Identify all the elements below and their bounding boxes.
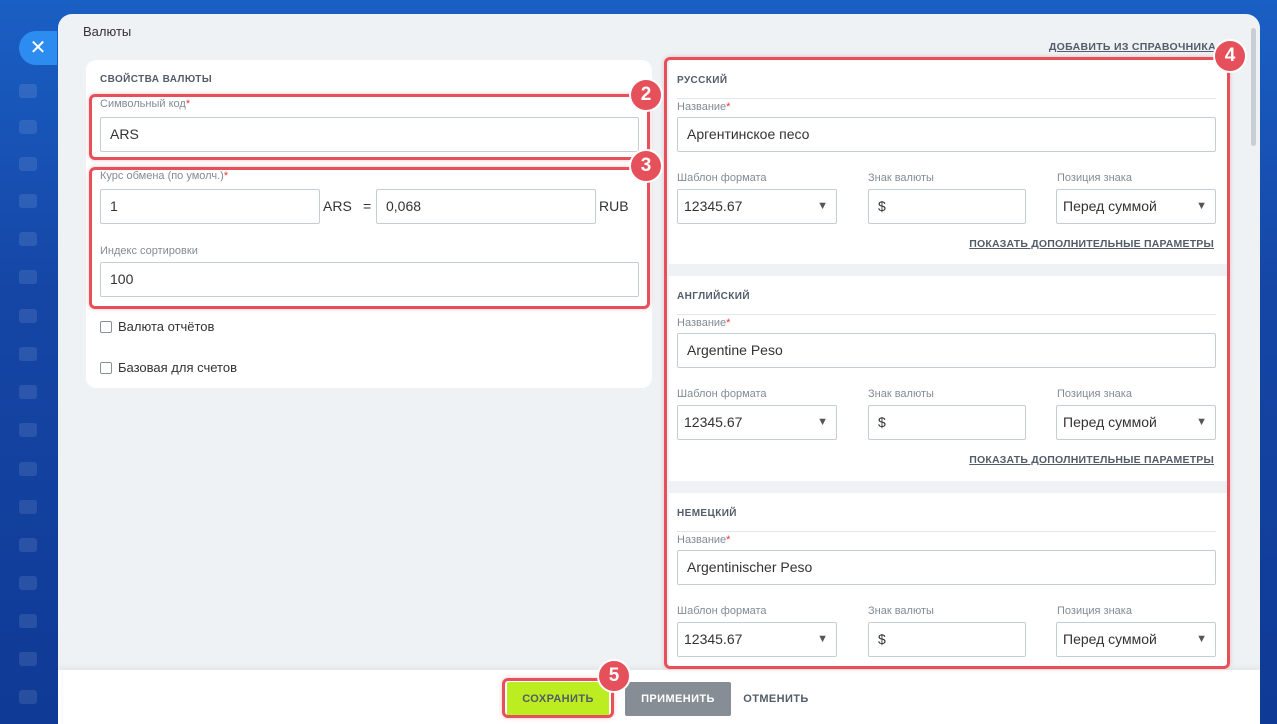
rail-icon[interactable] xyxy=(19,462,37,476)
cancel-button[interactable]: ОТМЕНИТЬ xyxy=(741,682,811,716)
rail-icon[interactable] xyxy=(19,157,37,171)
rail-icon[interactable] xyxy=(19,385,37,399)
rail-icon[interactable] xyxy=(19,309,37,323)
rail-icon[interactable] xyxy=(19,576,37,590)
rail-icon[interactable] xyxy=(19,652,37,666)
footer-bar: СОХРАНИТЬ ПРИМЕНИТЬ ОТМЕНИТЬ xyxy=(58,670,1260,724)
rail-icon[interactable] xyxy=(19,500,37,514)
page-title: Валюты xyxy=(83,24,132,39)
apply-button[interactable]: ПРИМЕНИТЬ xyxy=(625,682,731,716)
base-for-invoices-label[interactable]: Базовая для счетов xyxy=(118,360,237,375)
highlight-exchange-rate xyxy=(89,167,650,309)
rail-icon[interactable] xyxy=(19,690,37,704)
step-badge: 2 xyxy=(629,78,663,112)
section-title: СВОЙСТВА ВАЛЮТЫ xyxy=(100,74,213,85)
rail-icon[interactable] xyxy=(19,232,37,246)
rail-icon[interactable] xyxy=(19,270,37,284)
rail-icon[interactable] xyxy=(19,120,37,134)
rail-icon[interactable] xyxy=(19,538,37,552)
rail-icon[interactable] xyxy=(19,84,37,98)
rail-icon[interactable] xyxy=(19,347,37,361)
left-rail: ✕ xyxy=(0,0,58,724)
step-badge: 5 xyxy=(597,659,631,693)
close-icon[interactable]: ✕ xyxy=(19,31,57,65)
report-currency-checkbox[interactable] xyxy=(100,321,112,333)
step-badge: 4 xyxy=(1213,39,1247,73)
highlight-symbol-code xyxy=(89,94,650,160)
rail-icon[interactable] xyxy=(19,194,37,208)
highlight-save xyxy=(502,678,614,718)
base-for-invoices-checkbox[interactable] xyxy=(100,362,112,374)
step-badge: 3 xyxy=(629,149,663,183)
highlight-languages xyxy=(664,57,1230,669)
rail-icon[interactable] xyxy=(19,614,37,628)
scrollbar[interactable] xyxy=(1251,28,1256,146)
add-from-directory-link[interactable]: ДОБАВИТЬ ИЗ СПРАВОЧНИКА xyxy=(1049,41,1216,53)
rail-icon[interactable] xyxy=(19,423,37,437)
report-currency-label[interactable]: Валюта отчётов xyxy=(118,319,214,334)
